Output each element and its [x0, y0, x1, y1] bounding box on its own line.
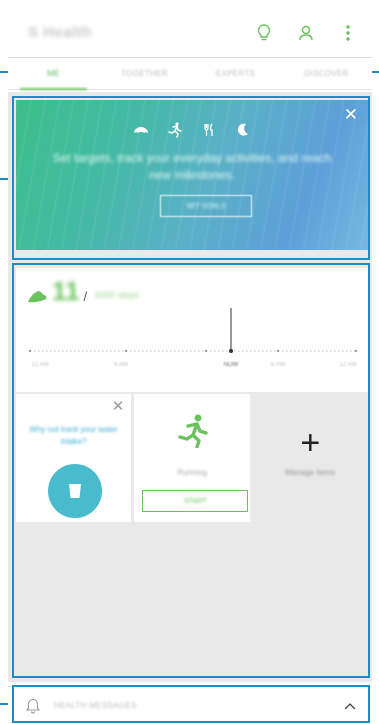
now-marker-dot [229, 349, 233, 353]
running-card[interactable]: Running START [134, 394, 250, 522]
timeline-tick [354, 349, 358, 353]
shoe-icon [133, 122, 149, 138]
banner-text: Set targets, track your everyday activit… [52, 151, 332, 182]
start-label: START [184, 497, 207, 505]
app-frame: S Health ME TOGETHER EXPERTS DISCOVER ✕ [8, 0, 372, 724]
tab-experts[interactable]: EXPERTS [190, 58, 281, 89]
dashboard-area[interactable]: ✕ Set targets, track your everyday activ… [8, 92, 372, 682]
manage-items-card[interactable]: + Manage items [252, 394, 368, 522]
tracker-cards: ✕ Why not track your water intake? Runni… [16, 394, 368, 522]
app-title: S Health [28, 24, 93, 41]
steps-card[interactable]: 11 / 6000 steps 12 AM 6 AM NOW 6 PM 12 A… [16, 268, 368, 392]
time-label: 12 AM [339, 362, 356, 368]
water-card-text: Why not track your water intake? [29, 425, 118, 446]
goals-banner: ✕ Set targets, track your everyday activ… [16, 100, 368, 250]
running-label: Running [177, 468, 207, 477]
people-icon[interactable] [296, 22, 316, 44]
moon-icon [235, 122, 251, 138]
set-goals-button[interactable]: SET GOALS [160, 195, 252, 217]
app-header: S Health [8, 8, 372, 58]
steps-timeline-chart: 12 AM 6 AM NOW 6 PM 12 AM [28, 308, 358, 368]
start-button[interactable]: START [142, 490, 249, 512]
fork-knife-icon [201, 122, 217, 138]
lightbulb-icon[interactable] [254, 22, 274, 44]
tab-bar: ME TOGETHER EXPERTS DISCOVER [8, 58, 372, 90]
time-label: 12 AM [31, 362, 48, 368]
timeline-tick [28, 349, 32, 353]
health-messages-bar[interactable]: HEALTH MESSAGES [8, 686, 372, 724]
close-icon[interactable]: ✕ [112, 397, 125, 415]
tab-discover[interactable]: DISCOVER [281, 58, 372, 89]
chevron-up-icon[interactable] [344, 702, 356, 710]
tab-me[interactable]: ME [8, 58, 99, 90]
banner-icon-row [16, 122, 368, 138]
timeline-tick [124, 349, 128, 353]
close-icon[interactable]: ✕ [344, 106, 358, 123]
water-card[interactable]: ✕ Why not track your water intake? [16, 394, 132, 522]
health-messages-label: HEALTH MESSAGES [54, 701, 137, 710]
bell-icon [26, 698, 40, 713]
time-label: 6 AM [114, 362, 128, 368]
timeline-tick [276, 349, 280, 353]
time-label: 6 PM [271, 362, 285, 368]
manage-items-label: Manage items [285, 468, 336, 477]
time-label-now: NOW [224, 362, 239, 368]
water-cup-icon[interactable] [48, 464, 102, 518]
tab-together[interactable]: TOGETHER [99, 58, 190, 89]
set-goals-label: SET GOALS [186, 202, 226, 210]
running-icon [167, 122, 183, 138]
running-icon [178, 414, 209, 448]
timeline-tick [204, 349, 208, 353]
more-icon[interactable] [338, 22, 358, 44]
plus-icon[interactable]: + [253, 424, 368, 463]
header-actions [254, 22, 358, 44]
